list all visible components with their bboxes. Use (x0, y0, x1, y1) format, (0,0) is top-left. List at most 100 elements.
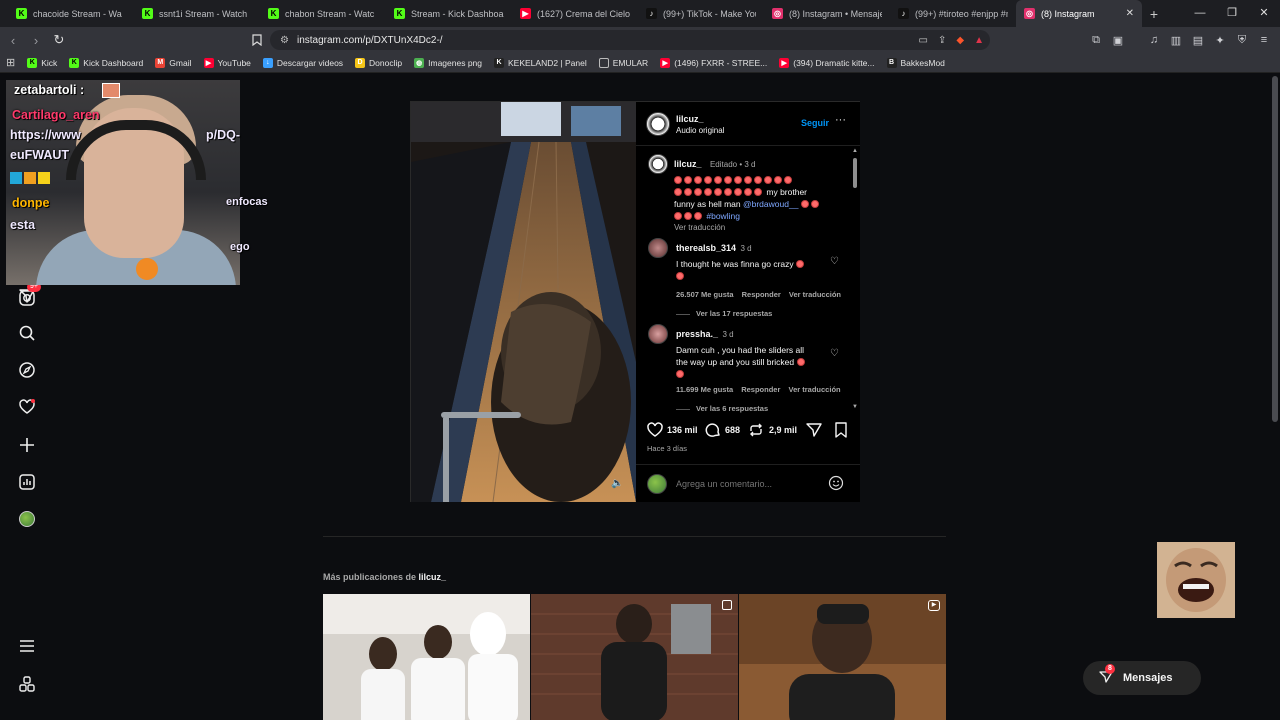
share-icon[interactable]: ⇪ (938, 35, 946, 46)
messages-button[interactable]: 8 Mensajes (1083, 661, 1201, 695)
bookmark-item[interactable]: K Kick Dashboard (69, 57, 143, 68)
comment-likes[interactable]: 11.699 Me gusta (676, 385, 733, 394)
comment-translate-link[interactable]: Ver traducción (789, 290, 841, 299)
close-tab-icon[interactable]: ✕ (1126, 8, 1134, 19)
post-thumbnail[interactable] (323, 594, 530, 720)
post-date[interactable]: Hace 3 días (647, 444, 687, 453)
bookmark-item[interactable]: ◍ Imagenes png (414, 57, 482, 68)
comments-scrollbar[interactable]: ▲ ▼ (851, 146, 859, 414)
sidebar-icon[interactable]: ▥ (1168, 30, 1184, 50)
bookmark-page-icon[interactable] (247, 30, 267, 50)
page-scrollbar[interactable] (1272, 76, 1278, 422)
bookmark-item[interactable]: ▶ (394) Dramatic kitte... (779, 57, 875, 68)
audio-label[interactable]: Audio original (676, 126, 724, 135)
browser-tab[interactable]: Kssnt1i Stream - Watch (134, 0, 260, 27)
explore-icon[interactable] (15, 358, 39, 382)
comment-username[interactable]: therealsb_314 (676, 243, 736, 253)
browser-tab[interactable]: Kchacoide Stream - Wa (8, 0, 134, 27)
caption-avatar[interactable] (648, 154, 668, 174)
vpn-icon[interactable]: ⛨ (1234, 30, 1250, 50)
comment-count[interactable]: 688 (725, 425, 740, 435)
follow-button[interactable]: Seguir (801, 118, 829, 128)
author-avatar[interactable] (646, 112, 670, 136)
caption-translate-link[interactable]: Ver traducción (674, 223, 844, 232)
comment-icon[interactable] (705, 422, 721, 443)
comment-likes[interactable]: 26.507 Me gusta (676, 290, 734, 299)
screen-icon[interactable]: ▭ (919, 35, 928, 46)
comment-translate-link[interactable]: Ver traducción (789, 385, 841, 394)
repost-icon[interactable] (748, 422, 764, 443)
browser-tab[interactable]: ♪ (99+) #tiroteo #enjpp #mi (890, 0, 1016, 27)
bookmark-item[interactable]: ▶ YouTube (203, 57, 251, 68)
also-from-meta-icon[interactable] (15, 672, 39, 696)
new-tab-button[interactable]: + (1142, 0, 1166, 27)
brave-rewards-icon[interactable]: ▲ (974, 35, 984, 46)
apps-grid-icon[interactable]: ⊞ (6, 56, 15, 69)
post-video[interactable]: 🔈 (411, 102, 636, 502)
bookmark-item[interactable]: M Gmail (155, 57, 192, 68)
share-post-icon[interactable] (806, 422, 822, 443)
menu-icon[interactable]: ≡ (1256, 30, 1272, 50)
comment-reply-button[interactable]: Responder (741, 385, 780, 394)
comment-username[interactable]: pressha._ (676, 329, 718, 339)
browser-tab[interactable]: ◎ (8) Instagram • Mensajes (764, 0, 890, 27)
repost-count[interactable]: 2,9 mil (769, 425, 797, 435)
bookmark-item[interactable]: K Kick (27, 57, 57, 68)
wallet-icon[interactable]: ▤ (1190, 30, 1206, 50)
browser-tab[interactable]: Kchabon Stream - Watc (260, 0, 386, 27)
browser-tab[interactable]: K Stream - Kick Dashboa (386, 0, 512, 27)
caption-hashtag[interactable]: #bowling (706, 211, 740, 221)
close-window-icon[interactable]: ✕ (1248, 0, 1280, 27)
create-post-icon[interactable] (15, 433, 39, 457)
extension-icon-1[interactable]: ⧉ (1088, 30, 1104, 50)
forward-icon[interactable]: › (26, 30, 46, 50)
more-menu-icon[interactable] (15, 634, 39, 658)
emoji-picker-icon[interactable] (828, 475, 844, 496)
like-count[interactable]: 136 mil (667, 425, 698, 435)
more-posts-username[interactable]: lilcuz_ (419, 572, 447, 582)
site-info-icon[interactable]: ⚙ (280, 35, 289, 46)
browser-tab[interactable]: ♪ (99+) TikTok - Make Your D (638, 0, 764, 27)
comment-input[interactable] (676, 477, 816, 491)
extension-icon-2[interactable]: ▣ (1110, 30, 1126, 50)
caption-username[interactable]: lilcuz_ (674, 159, 702, 169)
comment-like-icon[interactable]: ♡ (830, 348, 841, 359)
direct-messages-icon[interactable]: 9+ (15, 282, 41, 308)
browser-tab[interactable]: ◎ (8) Instagram ✕ (1016, 0, 1142, 27)
dashboard-icon[interactable] (15, 470, 39, 494)
bookmark-item[interactable]: D Donoclip (355, 57, 402, 68)
reload-icon[interactable]: ↻ (49, 30, 69, 50)
brave-shield-icon[interactable]: ◆ (956, 35, 964, 46)
url-field[interactable]: ⚙ instagram.com/p/DXTUnX4Dc2-/ ▭ ⇪ ◆ ▲ (270, 30, 990, 50)
notifications-heart-icon[interactable] (15, 395, 39, 419)
comment-avatar[interactable] (648, 238, 668, 258)
music-icon[interactable]: ♫ (1146, 30, 1162, 50)
save-icon[interactable] (834, 422, 848, 443)
minimize-icon[interactable]: — (1184, 0, 1216, 27)
author-username[interactable]: lilcuz_ (676, 114, 704, 124)
comment-2: pressha._ 3 d Damn cuh , you had the sli… (676, 324, 841, 413)
more-options-icon[interactable]: ··· (835, 114, 846, 126)
bookmark-item[interactable]: ▶ (1496) FXRR - STREE... (660, 57, 767, 68)
maximize-icon[interactable]: ❐ (1216, 0, 1248, 27)
search-icon[interactable] (15, 321, 39, 345)
post-thumbnail[interactable]: ▶ (739, 594, 946, 720)
leo-ai-icon[interactable]: ✦ (1212, 30, 1228, 50)
bookmark-item[interactable]: ↓ Descargar videos (262, 57, 343, 68)
browser-tab[interactable]: ▶ (1627) Crema del Cielo: E (512, 0, 638, 27)
like-icon[interactable] (647, 422, 663, 442)
bookmark-item[interactable]: EMULAR (598, 57, 648, 68)
bookmark-item[interactable]: K KEKELAND2 | Panel (494, 57, 587, 68)
mute-icon[interactable]: 🔈 (611, 478, 625, 492)
back-icon[interactable]: ‹ (3, 30, 23, 50)
comment-like-icon[interactable]: ♡ (830, 256, 841, 267)
comment-reply-button[interactable]: Responder (742, 290, 781, 299)
reel-icon: ▶ (928, 600, 940, 611)
view-replies-link[interactable]: Ver las 17 respuestas (696, 309, 772, 318)
bookmark-item[interactable]: B BakkesMod (886, 57, 945, 68)
view-replies-link[interactable]: Ver las 6 respuestas (696, 404, 768, 413)
post-thumbnail[interactable] (531, 594, 738, 720)
profile-avatar-icon[interactable] (15, 507, 39, 531)
comment-avatar[interactable] (648, 324, 668, 344)
caption-mention[interactable]: @brdawoud__ (743, 199, 798, 209)
